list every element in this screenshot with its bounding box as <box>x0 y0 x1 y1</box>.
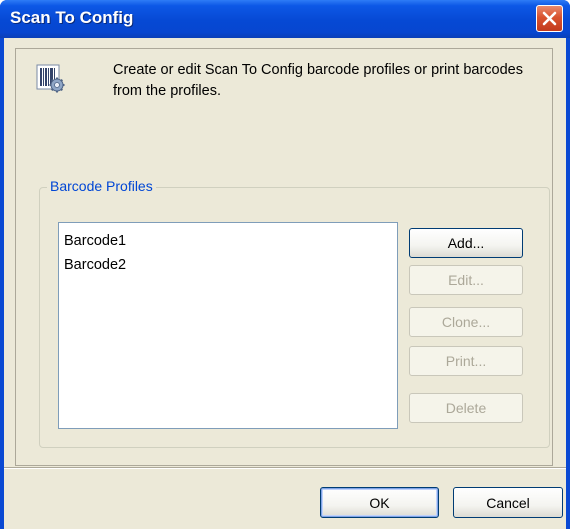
add-button[interactable]: Add... <box>409 228 523 258</box>
edit-button[interactable]: Edit... <box>409 265 523 295</box>
window-title: Scan To Config <box>10 8 134 27</box>
print-button[interactable]: Print... <box>409 346 523 376</box>
description-text: Create or edit Scan To Config barcode pr… <box>113 62 523 99</box>
cancel-button[interactable]: Cancel <box>453 487 563 518</box>
barcode-settings-icon <box>36 64 65 93</box>
list-item[interactable]: Barcode1 <box>64 231 126 251</box>
close-icon <box>542 11 557 26</box>
list-item[interactable]: Barcode2 <box>64 255 126 275</box>
barcode-profiles-label: Barcode Profiles <box>47 178 156 194</box>
footer-separator <box>4 467 566 469</box>
profiles-listbox[interactable]: Barcode1 Barcode2 <box>58 222 398 429</box>
close-button[interactable] <box>536 5 563 32</box>
delete-button[interactable]: Delete <box>409 393 523 423</box>
clone-button[interactable]: Clone... <box>409 307 523 337</box>
ok-button[interactable]: OK <box>320 487 439 518</box>
title-bar[interactable]: Scan To Config <box>0 0 570 38</box>
